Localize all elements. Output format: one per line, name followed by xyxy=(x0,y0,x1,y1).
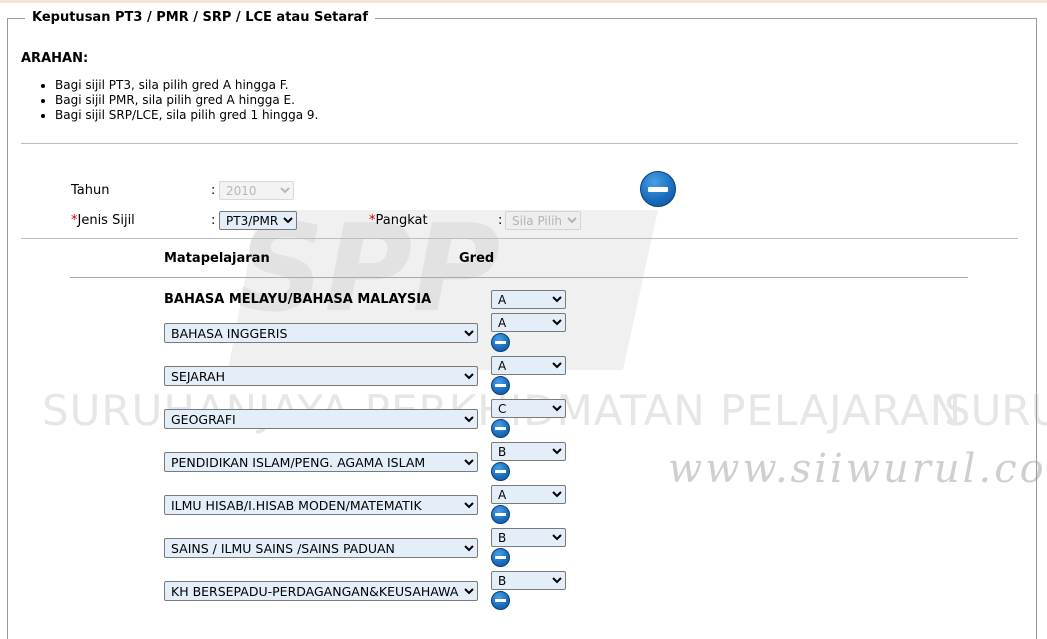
colon: : xyxy=(498,213,503,228)
pangkat-select[interactable]: Sila Pilih xyxy=(505,211,581,230)
tahun-label: Tahun xyxy=(71,183,110,198)
fieldset-legend: Keputusan PT3 / PMR / SRP / LCE atau Set… xyxy=(25,10,375,25)
divider xyxy=(21,143,1018,144)
pangkat-text: Pangkat xyxy=(375,213,428,228)
subject-select[interactable]: GEOGRAFI xyxy=(164,409,478,429)
subject-column-header: Matapelajaran xyxy=(164,251,270,266)
grade-select[interactable]: A xyxy=(491,356,566,375)
remove-record-icon[interactable] xyxy=(640,171,676,207)
remove-subject-icon[interactable] xyxy=(491,333,510,352)
jenis-sijil-text: Jenis Sijil xyxy=(77,213,135,228)
remove-subject-icon[interactable] xyxy=(491,462,510,481)
remove-subject-icon[interactable] xyxy=(491,376,510,395)
pangkat-label: *Pangkat xyxy=(369,213,428,228)
grade-select[interactable]: A xyxy=(491,313,566,332)
grade-select[interactable]: C xyxy=(491,399,566,418)
top-accent-bar xyxy=(0,0,1047,3)
jenis-sijil-select[interactable]: PT3/PMR xyxy=(219,211,297,230)
fixed-subject-name: BAHASA MELAYU/BAHASA MALAYSIA xyxy=(164,292,432,307)
remove-subject-icon[interactable] xyxy=(491,505,510,524)
subject-select[interactable]: SEJARAH xyxy=(164,366,478,386)
colon: : xyxy=(211,183,216,198)
instruction-item: Bagi sijil PT3, sila pilih gred A hingga… xyxy=(55,78,318,93)
instruction-item: Bagi sijil PMR, sila pilih gred A hingga… xyxy=(55,93,318,108)
fixed-subject-grade-select[interactable]: A xyxy=(491,290,566,309)
instructions-title: ARAHAN: xyxy=(21,51,89,66)
instructions-list: Bagi sijil PT3, sila pilih gred A hingga… xyxy=(38,78,318,123)
grade-column-header: Gred xyxy=(459,251,495,266)
remove-subject-icon[interactable] xyxy=(491,591,510,610)
grade-select[interactable]: A xyxy=(491,485,566,504)
grade-select[interactable]: B xyxy=(491,442,566,461)
remove-subject-icon[interactable] xyxy=(491,548,510,567)
instruction-item: Bagi sijil SRP/LCE, sila pilih gred 1 hi… xyxy=(55,108,318,123)
jenis-sijil-label: *Jenis Sijil xyxy=(71,213,135,228)
tahun-select[interactable]: 2010 xyxy=(219,181,294,200)
grade-select[interactable]: B xyxy=(491,528,566,547)
grade-select[interactable]: B xyxy=(491,571,566,590)
subject-select[interactable]: KH BERSEPADU-PERDAGANGAN&KEUSAHAWAN xyxy=(164,581,478,601)
remove-subject-icon[interactable] xyxy=(491,419,510,438)
colon: : xyxy=(211,213,216,228)
subject-select[interactable]: SAINS / ILMU SAINS /SAINS PADUAN xyxy=(164,538,478,558)
subject-select[interactable]: PENDIDIKAN ISLAM/PENG. AGAMA ISLAM xyxy=(164,452,478,472)
subject-select[interactable]: ILMU HISAB/I.HISAB MODEN/MATEMATIK xyxy=(164,495,478,515)
subject-select[interactable]: BAHASA INGGERIS xyxy=(164,323,478,343)
header-divider xyxy=(70,277,968,278)
divider xyxy=(21,238,1018,239)
